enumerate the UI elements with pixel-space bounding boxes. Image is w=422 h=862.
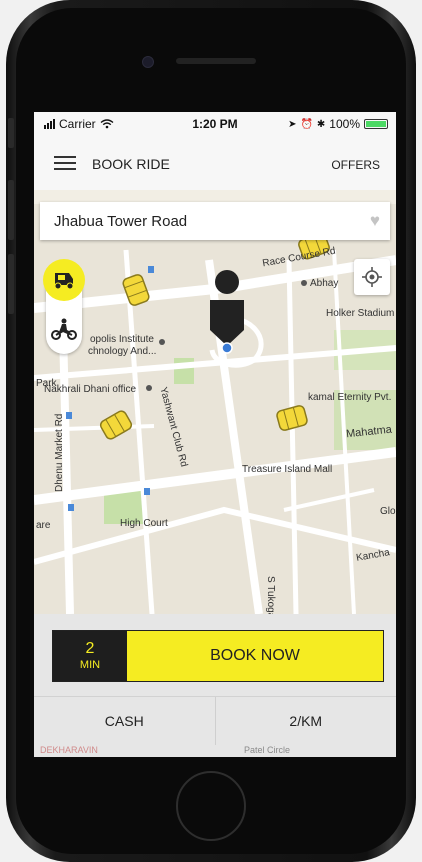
offers-button[interactable]: OFFERS — [331, 158, 380, 172]
mute-switch — [8, 118, 14, 148]
eta-badge: 2 MIN — [53, 631, 127, 681]
volume-down-button — [8, 254, 14, 314]
alarm-icon: ⏰ — [300, 118, 313, 130]
pickup-location-text: Jhabua Tower Road — [54, 213, 188, 230]
bike-button[interactable] — [49, 314, 79, 344]
app-screen: Carrier 1:20 PM ➤ ⏰ ✱ 100% BOOK RIDE OFF… — [34, 112, 396, 757]
crosshair-icon — [362, 267, 382, 287]
earpiece — [176, 58, 256, 64]
map-label: Glo — [380, 506, 396, 517]
map-label: Holker Stadium — [326, 308, 395, 319]
bluetooth-icon: ✱ — [316, 118, 326, 130]
map-label: chnology And... — [88, 346, 157, 357]
map-peek-strip: DEKHARAVIN Patel Circle — [34, 744, 396, 757]
battery-icon — [364, 119, 388, 129]
auto-rickshaw-icon — [54, 273, 74, 290]
page-title: BOOK RIDE — [92, 156, 170, 172]
map-label: Treasure Island Mall — [242, 464, 333, 475]
payment-method-button[interactable]: CASH — [34, 697, 215, 745]
map-label: opolis Institute — [90, 334, 154, 345]
hamburger-icon[interactable] — [54, 156, 76, 170]
map-label: kamal Eternity Pvt. — [308, 392, 392, 403]
home-button[interactable] — [176, 771, 246, 841]
auto-rickshaw-button[interactable] — [43, 259, 85, 301]
map-label: Nakhrali Dhani office — [44, 384, 137, 395]
pickup-location-bar[interactable]: Jhabua Tower Road ♥ — [40, 202, 390, 240]
peek-label-left: DEKHARAVIN — [40, 745, 98, 755]
bike-icon — [51, 318, 77, 340]
booking-bar: 2 MIN BOOK NOW — [52, 630, 384, 682]
app-header: BOOK RIDE OFFERS — [34, 136, 396, 190]
map-label: High Court — [120, 518, 168, 529]
booking-panel: 2 MIN BOOK NOW CASH 2/KM DEKHARAVIN Pate… — [34, 614, 396, 757]
map-label: Dhenu Market Rd — [54, 413, 65, 492]
map-label: Abhay — [310, 278, 339, 289]
eta-value: 2 — [85, 640, 95, 657]
map-view[interactable]: Race Course Rd Abhay Holker Stadium opol… — [34, 190, 396, 614]
fare-rate-button[interactable]: 2/KM — [214, 697, 397, 745]
heart-icon[interactable]: ♥ — [370, 211, 380, 231]
map-label: are — [36, 520, 51, 531]
ride-options: CASH 2/KM — [34, 696, 396, 745]
eta-unit: MIN — [79, 659, 101, 671]
battery-percent: 100% — [329, 117, 360, 131]
map-label: S Tukoga — [265, 576, 276, 614]
book-now-button[interactable]: BOOK NOW — [127, 631, 383, 681]
locate-me-button[interactable] — [354, 259, 390, 295]
status-bar: Carrier 1:20 PM ➤ ⏰ ✱ 100% — [34, 112, 396, 136]
vehicle-selector — [43, 259, 85, 354]
front-camera — [142, 56, 154, 68]
location-icon: ➤ — [288, 118, 297, 130]
peek-label-right: Patel Circle — [244, 745, 291, 755]
volume-up-button — [8, 180, 14, 240]
